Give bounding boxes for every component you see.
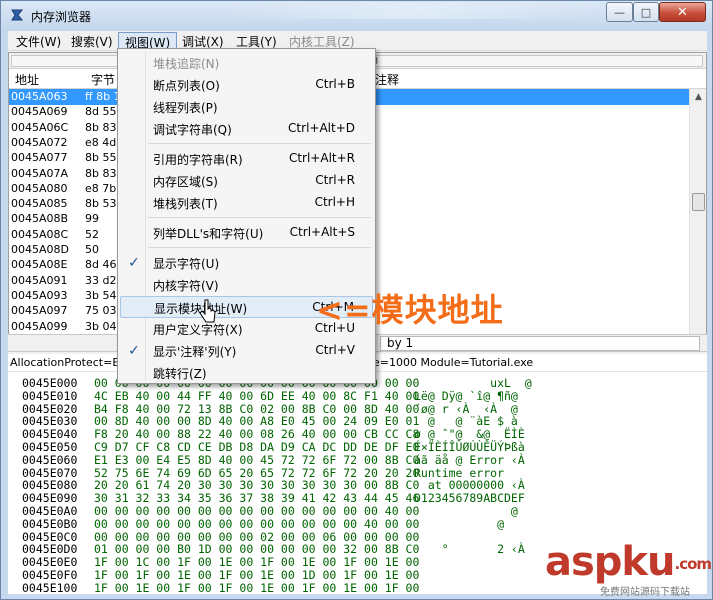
cheat-engine-icon bbox=[11, 9, 24, 21]
watermark-main: aspku bbox=[545, 539, 676, 585]
row-address: 0045A099 bbox=[11, 319, 68, 333]
row-address: 0045A091 bbox=[11, 273, 68, 287]
row-address: 0045A077 bbox=[11, 151, 68, 165]
menu-item-shortcut: Ctrl+B bbox=[315, 77, 355, 91]
scroll-up-icon[interactable]: ▲ bbox=[690, 89, 707, 106]
view-menu-item[interactable]: 堆栈列表(T) Ctrl+H bbox=[120, 192, 373, 214]
menu-item-label: 跳转行(Z) bbox=[153, 367, 207, 381]
menu-item-label: 断点列表(O) bbox=[153, 79, 220, 93]
annotation-module-address: <=模块地址 bbox=[316, 291, 504, 329]
maximize-button[interactable]: □ bbox=[633, 2, 659, 22]
view-menu-item[interactable]: ✓ 显示'注释'列(Y) Ctrl+V bbox=[120, 340, 373, 362]
menu-item-shortcut: Ctrl+Alt+D bbox=[288, 121, 355, 135]
row-address: 0045A06C bbox=[11, 120, 69, 134]
mouse-cursor-icon bbox=[199, 299, 216, 323]
view-menu-dropdown: 堆栈追踪(N) 断点列表(O) Ctrl+B 线程列表(P) 调试字符串(Q) Ctrl+… bbox=[117, 48, 376, 384]
view-menu-item[interactable]: ✓ 显示字符(U) bbox=[120, 252, 373, 274]
column-address[interactable]: 地址 bbox=[15, 71, 39, 88]
menu-separator bbox=[148, 247, 371, 248]
view-menu-item[interactable]: 调试字符串(Q) Ctrl+Alt+D bbox=[120, 118, 373, 140]
menu-item-label: 显示'注释'列(Y) bbox=[153, 345, 237, 359]
menu-item-shortcut: Ctrl+Alt+R bbox=[288, 151, 355, 165]
menu-item-label: 内存区域(S) bbox=[153, 175, 218, 189]
watermark-subtitle: 免费网站源码下载站 bbox=[600, 587, 690, 598]
row-address: 0045A08B bbox=[11, 212, 69, 226]
close-icon: ✕ bbox=[677, 4, 688, 20]
menu-item-label: 堆栈追踪(N) bbox=[153, 57, 220, 71]
row-address: 0045A097 bbox=[11, 304, 68, 318]
hex-address: 0045E100 bbox=[22, 580, 78, 595]
menu-item-label: 用户定义字符(X) bbox=[153, 323, 243, 337]
row-address: 0045A08C bbox=[11, 227, 69, 241]
menu-search[interactable]: 搜索(V) bbox=[65, 32, 119, 50]
title-glare bbox=[231, 3, 591, 19]
menu-item-label: 引用的字符串(R) bbox=[153, 153, 243, 167]
menu-item-label: 调试字符串(Q) bbox=[153, 123, 232, 137]
row-address: 0045A093 bbox=[11, 288, 68, 302]
maximize-icon: □ bbox=[640, 5, 652, 19]
view-menu-item[interactable]: 跳转行(Z) bbox=[120, 362, 373, 384]
menu-item-shortcut: Ctrl+V bbox=[315, 343, 355, 357]
view-menu-item[interactable]: 列举DLL's和字符(U) Ctrl+Alt+S bbox=[120, 222, 373, 244]
hex-ascii: ° 2 ‹À bbox=[414, 542, 525, 557]
checkmark-icon: ✓ bbox=[128, 255, 140, 271]
row-bytes: 99 bbox=[85, 212, 99, 226]
view-menu-item[interactable]: 断点列表(O) Ctrl+B bbox=[120, 74, 373, 96]
view-menu-item[interactable]: 线程列表(P) bbox=[120, 96, 373, 118]
menu-item-label: 堆栈列表(T) bbox=[153, 197, 218, 211]
minimize-icon: — bbox=[614, 5, 625, 19]
row-bytes: 50 bbox=[85, 243, 99, 256]
disasm-scrollbar[interactable]: ▲ ▼ bbox=[689, 89, 706, 351]
menu-item-label: 内核字符(V) bbox=[153, 279, 219, 293]
scroll-thumb[interactable] bbox=[692, 193, 705, 211]
close-button[interactable]: ✕ bbox=[659, 2, 706, 22]
row-bytes: 33 d2 bbox=[85, 273, 117, 287]
row-address: 0045A063 bbox=[11, 90, 68, 103]
menu-item-label: 线程列表(P) bbox=[153, 101, 218, 115]
checkmark-icon: ✓ bbox=[128, 343, 140, 359]
row-address: 0045A085 bbox=[11, 197, 68, 211]
minimize-button[interactable]: — bbox=[606, 2, 633, 22]
view-menu-item[interactable]: 引用的字符串(R) Ctrl+Alt+R bbox=[120, 148, 373, 170]
title-bar[interactable]: 内存浏览器 — □ ✕ bbox=[1, 1, 712, 31]
column-bytes[interactable]: 字节 bbox=[91, 71, 115, 88]
separator-field: by 1 bbox=[380, 336, 700, 351]
menu-file[interactable]: 文件(W) bbox=[10, 32, 67, 50]
hex-bytes: 1F 00 1E 00 1F 00 1F 00 1E 00 1F 00 1E 0… bbox=[94, 580, 420, 595]
row-address: 0045A08E bbox=[11, 258, 68, 272]
menu-separator bbox=[148, 143, 371, 144]
row-bytes: 52 bbox=[85, 227, 99, 241]
hex-ascii: @ bbox=[414, 516, 505, 531]
view-menu-item[interactable]: 内存区域(S) Ctrl+R bbox=[120, 170, 373, 192]
info-module: e=1000 Module=Tutorial.exe bbox=[373, 356, 534, 369]
view-menu-item[interactable]: 堆栈追踪(N) bbox=[120, 52, 373, 74]
column-comment[interactable]: 注释 bbox=[375, 71, 399, 88]
row-address: 0045A07A bbox=[11, 166, 69, 180]
row-address: 0045A072 bbox=[11, 135, 68, 149]
row-address: 0045A080 bbox=[11, 181, 68, 195]
window-title: 内存浏览器 bbox=[31, 10, 92, 24]
menu-item-shortcut: Ctrl+R bbox=[315, 173, 355, 187]
watermark-tld: .com bbox=[674, 555, 713, 573]
menu-separator bbox=[148, 217, 371, 218]
row-bytes: 75 03 bbox=[85, 304, 117, 318]
watermark: aspku.com bbox=[545, 539, 713, 586]
row-bytes: ff 8b 1 bbox=[85, 90, 121, 103]
menu-item-shortcut: Ctrl+H bbox=[314, 195, 355, 209]
menu-item-shortcut: Ctrl+Alt+S bbox=[289, 225, 355, 239]
row-address: 0045A069 bbox=[11, 105, 68, 119]
row-address: 0045A08D bbox=[11, 243, 69, 256]
menu-item-label: 列举DLL's和字符(U) bbox=[153, 227, 264, 241]
menu-item-label: 显示字符(U) bbox=[153, 257, 220, 271]
